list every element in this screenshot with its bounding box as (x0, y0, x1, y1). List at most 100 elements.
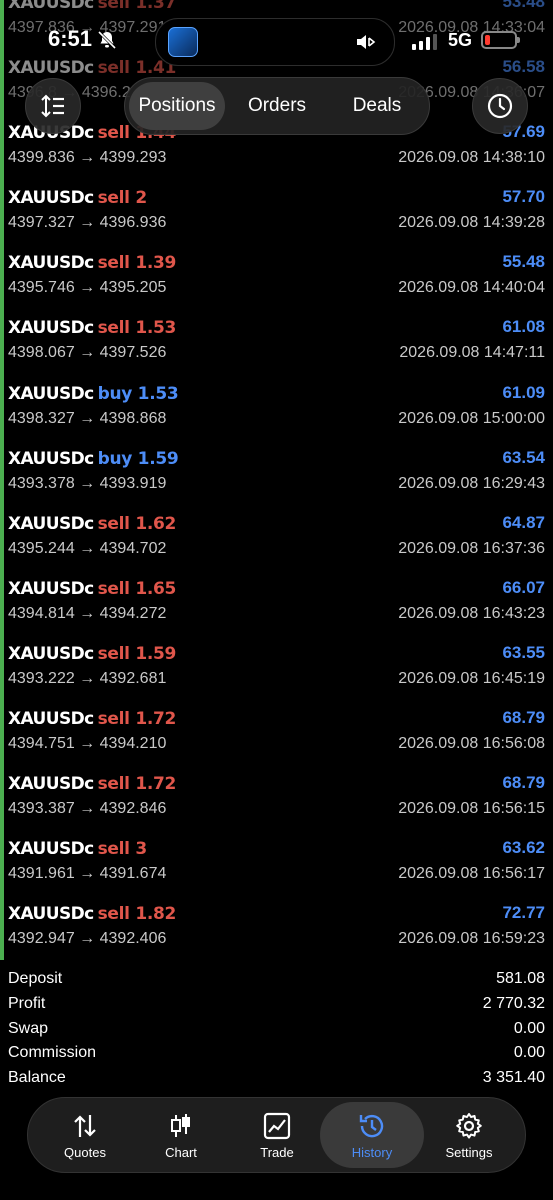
deal-symbol: XAUUSDc (8, 449, 94, 469)
deal-side: sell 1.72 (97, 774, 177, 794)
deal-row[interactable]: XAUUSDc sell 1.65 66.07 4394.814 → 4394.2… (0, 576, 553, 641)
quotes-icon (74, 1115, 96, 1137)
deal-row[interactable]: XAUUSDc sell 1.53 61.08 4398.067 → 4397.5… (0, 315, 553, 380)
deal-prices: 4394.814 → 4394.272 (8, 605, 167, 622)
summary-swap: Swap 0.00 (8, 1020, 545, 1037)
deal-profit: 68.79 (502, 773, 545, 792)
deal-symbol: XAUUSDc (8, 579, 94, 599)
deal-prices: 4398.067 → 4397.526 (8, 344, 167, 361)
deal-side: sell 1.82 (97, 904, 177, 924)
app-icon (168, 27, 198, 57)
deal-row[interactable]: XAUUSDc sell 1.39 55.48 4395.746 → 4395.2… (0, 250, 553, 315)
deal-symbol: XAUUSDc (8, 253, 94, 273)
deal-prices: 4399.836 → 4399.293 (8, 149, 167, 166)
battery-icon (481, 31, 520, 49)
deal-row[interactable]: XAUUSDc buy 1.59 63.54 4393.378 → 4393.91… (0, 446, 553, 511)
deal-symbol: XAUUSDc (8, 514, 94, 534)
deal-time: 2026.09.08 16:56:15 (398, 800, 545, 817)
trade-chart-icon (263, 1112, 291, 1140)
deal-profit: 53.48 (502, 0, 545, 11)
deal-side: sell 1.72 (97, 709, 177, 729)
period-button[interactable] (472, 78, 528, 134)
candlestick-icon (171, 1114, 190, 1137)
deal-profit: 63.54 (502, 448, 545, 467)
tab-deals[interactable]: Deals (329, 82, 425, 130)
deal-profit: 72.77 (502, 903, 545, 922)
deal-symbol: XAUUSDc (8, 644, 94, 664)
deal-time: 2026.09.08 14:40:04 (398, 279, 545, 296)
deal-time: 2026.09.08 16:56:17 (398, 865, 545, 882)
deal-side: buy 1.59 (97, 449, 179, 469)
tab-orders[interactable]: Orders (229, 82, 325, 130)
deal-side: sell 1.53 (97, 318, 177, 338)
deal-row[interactable]: XAUUSDc sell 1.59 63.55 4393.222 → 4392.6… (0, 641, 553, 706)
deal-time: 2026.09.08 16:59:23 (398, 930, 545, 947)
deal-row[interactable]: XAUUSDc sell 1.72 68.79 4393.387 → 4392.8… (0, 771, 553, 836)
deal-prices: 4398.327 → 4398.868 (8, 410, 167, 427)
deal-side: buy 1.53 (97, 384, 179, 404)
deal-profit: 61.09 (502, 383, 545, 402)
bell-slash-icon (97, 30, 117, 50)
deal-row[interactable]: XAUUSDc sell 2 57.70 4397.327 → 4396.936 … (0, 185, 553, 250)
deal-prices: 4393.222 → 4392.681 (8, 670, 167, 687)
tab-settings[interactable]: Settings (421, 1098, 517, 1172)
tab-history[interactable]: History (320, 1102, 424, 1168)
history-icon (359, 1114, 384, 1138)
deal-prices: 4397.327 → 4396.936 (8, 214, 167, 231)
summary-profit: Profit 2 770.32 (8, 995, 545, 1012)
clock-icon (487, 93, 513, 119)
deal-time: 2026.09.08 16:37:36 (398, 540, 545, 557)
tab-positions[interactable]: Positions (129, 82, 225, 130)
deal-symbol: XAUUSDc (8, 318, 94, 338)
deal-symbol: XAUUSDc (8, 904, 94, 924)
deal-side: sell 3 (97, 839, 148, 859)
deal-symbol: XAUUSDc (8, 0, 94, 13)
deal-time: 2026.09.08 14:47:11 (399, 344, 545, 361)
gear-icon (456, 1113, 482, 1139)
deal-time: 2026.09.08 14:38:10 (398, 149, 545, 166)
tab-trade[interactable]: Trade (229, 1098, 325, 1172)
deal-time: 2026.09.08 16:29:43 (398, 475, 545, 492)
deal-symbol: XAUUSDc (8, 709, 94, 729)
deal-prices: 4393.378 → 4393.919 (8, 475, 167, 492)
summary-commission: Commission 0.00 (8, 1044, 545, 1061)
dynamic-island[interactable] (155, 18, 395, 66)
deal-symbol: XAUUSDc (8, 839, 94, 859)
deal-side: sell 1.62 (97, 514, 177, 534)
summary-deposit: Deposit 581.08 (8, 970, 545, 987)
deal-symbol: XAUUSDc (8, 188, 94, 208)
deal-profit: 64.87 (502, 513, 545, 532)
history-segmented-control: Positions Orders Deals (124, 77, 430, 135)
deal-profit: 68.79 (502, 708, 545, 727)
deal-row[interactable]: XAUUSDc sell 1.62 64.87 4395.244 → 4394.7… (0, 511, 553, 576)
status-bar: 6:51 5G (0, 18, 553, 66)
tab-quotes[interactable]: Quotes (37, 1098, 133, 1172)
bottom-tab-bar: Quotes Chart Trade History Settings (27, 1097, 526, 1173)
deal-profit: 63.62 (502, 838, 545, 857)
status-time: 6:51 (48, 26, 93, 51)
deal-time: 2026.09.08 16:56:08 (398, 735, 545, 752)
tab-chart[interactable]: Chart (133, 1098, 229, 1172)
deal-symbol: XAUUSDc (8, 774, 94, 794)
deal-row[interactable]: XAUUSDc sell 1.82 72.77 4392.947 → 4392.4… (0, 901, 553, 966)
deal-profit: 63.55 (502, 643, 545, 662)
deal-side: sell 1.65 (97, 579, 177, 599)
deal-time: 2026.09.08 15:00:00 (398, 410, 545, 427)
deal-row[interactable]: XAUUSDc buy 1.53 61.09 4398.327 → 4398.86… (0, 381, 553, 446)
deal-row[interactable]: XAUUSDc sell 1.72 68.79 4394.751 → 4394.2… (0, 706, 553, 771)
deal-row[interactable]: XAUUSDc sell 3 63.62 4391.961 → 4391.674 … (0, 836, 553, 901)
deal-side: sell 1.59 (97, 644, 177, 664)
deal-prices: 4395.244 → 4394.702 (8, 540, 167, 557)
summary-balance: Balance 3 351.40 (8, 1069, 545, 1086)
deal-side: sell 2 (97, 188, 148, 208)
network-type: 5G (448, 30, 473, 50)
deal-side: sell 1.37 (97, 0, 177, 13)
deal-side: sell 1.39 (97, 253, 177, 273)
deal-prices: 4391.961 → 4391.674 (8, 865, 167, 882)
deal-prices: 4392.947 → 4392.406 (8, 930, 167, 947)
cell-signal-icon (412, 34, 437, 50)
bluetooth-icon (357, 35, 376, 49)
deal-prices: 4395.746 → 4395.205 (8, 279, 167, 296)
sort-button[interactable] (25, 78, 81, 134)
deal-prices: 4393.387 → 4392.846 (8, 800, 167, 817)
